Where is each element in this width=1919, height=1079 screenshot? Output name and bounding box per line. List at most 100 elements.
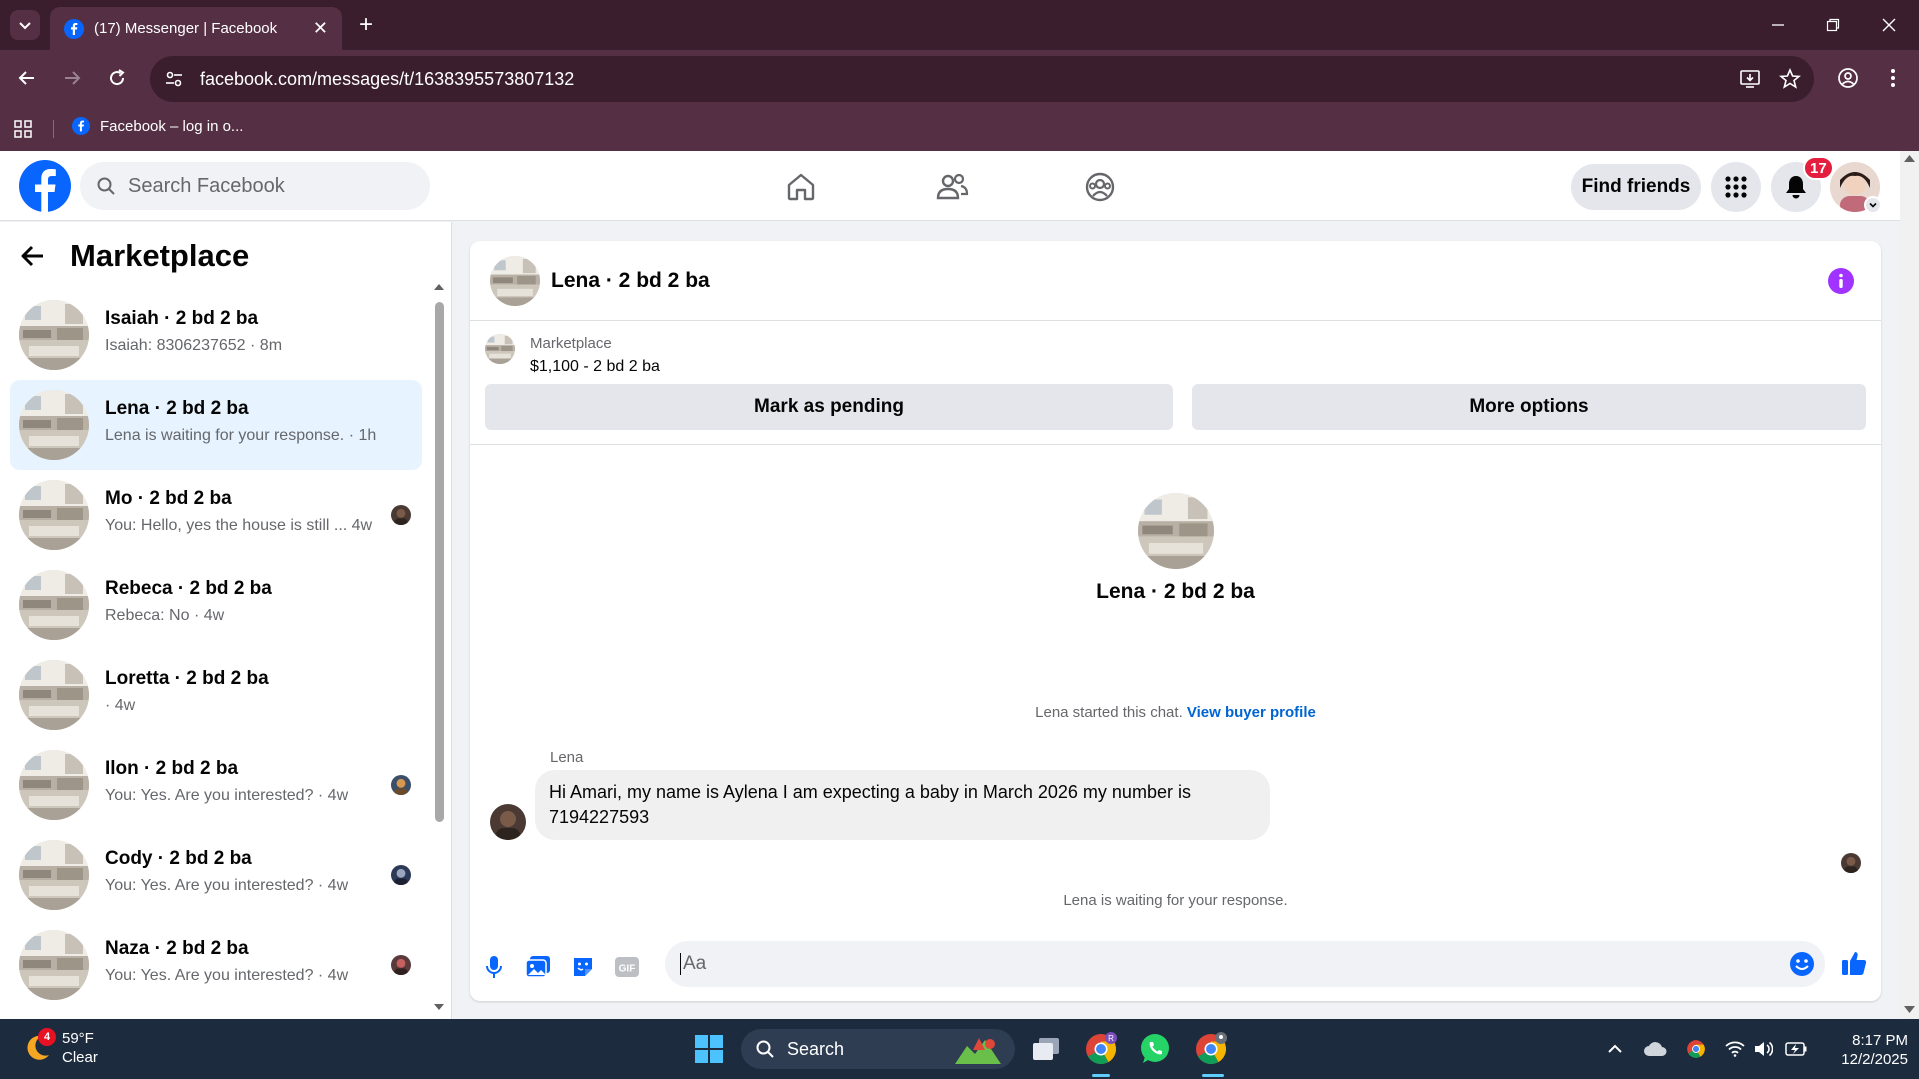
battery-tray[interactable]: [1784, 1037, 1808, 1061]
marketplace-sidebar: Marketplace Isaiah · 2 bd 2 ba Isaiah: 8…: [0, 222, 452, 1019]
conversation-item[interactable]: Cody · 2 bd 2 ba You: Yes. Are you inter…: [10, 830, 422, 920]
nav-friends[interactable]: [930, 165, 974, 209]
microphone-icon: [486, 956, 502, 978]
conversation-avatar: [19, 480, 89, 550]
cloud-icon: [1644, 1042, 1667, 1056]
conversation-item[interactable]: Isaiah · 2 bd 2 ba Isaiah: 8306237652 · …: [10, 290, 422, 380]
taskbar-chrome-profile[interactable]: R: [1083, 1031, 1119, 1067]
start-button[interactable]: [691, 1031, 727, 1067]
scroll-up-icon[interactable]: [1900, 151, 1919, 165]
conversation-preview: You: Hello, yes the house is still ... 4…: [105, 517, 373, 534]
conversation-avatar: [19, 300, 89, 370]
wifi-tray[interactable]: [1723, 1037, 1747, 1061]
listing-price[interactable]: $1,100 - 2 bd 2 ba: [530, 358, 660, 376]
sidebar-scroll-thumb[interactable]: [435, 302, 444, 822]
voice-clip-button[interactable]: [478, 951, 510, 983]
battery-charging-icon: [1785, 1042, 1807, 1056]
chrome-tray[interactable]: [1684, 1037, 1708, 1061]
seen-avatar: [391, 865, 411, 885]
taskbar-whatsapp[interactable]: [1137, 1031, 1173, 1067]
message-input[interactable]: Aa: [665, 941, 1825, 987]
listing-thumbnail[interactable]: [485, 334, 515, 364]
sidebar-scrollbar[interactable]: [433, 282, 445, 1012]
menu-grid-icon: [1725, 176, 1747, 198]
chat-title[interactable]: Lena · 2 bd 2 ba: [551, 269, 710, 293]
menu-button[interactable]: [1711, 162, 1761, 212]
mark-as-pending-button[interactable]: Mark as pending: [485, 384, 1173, 430]
chat-avatar[interactable]: [490, 256, 540, 306]
more-options-button[interactable]: More options: [1192, 384, 1866, 430]
emoji-icon[interactable]: [1789, 951, 1815, 977]
forward-button[interactable]: [58, 64, 86, 92]
star-bookmark-icon[interactable]: [1774, 63, 1806, 95]
site-settings-icon[interactable]: [164, 69, 184, 89]
conversation-name: Mo · 2 bd 2 ba: [105, 488, 232, 509]
taskbar-chrome-active[interactable]: [1193, 1031, 1229, 1067]
conversation-item[interactable]: Mo · 2 bd 2 ba You: Hello, yes the house…: [10, 470, 422, 560]
browser-menu-button[interactable]: [1879, 64, 1907, 92]
minimize-button[interactable]: [1763, 10, 1793, 40]
install-app-icon[interactable]: [1734, 63, 1766, 95]
conversation-list: Isaiah · 2 bd 2 ba Isaiah: 8306237652 · …: [10, 290, 422, 1019]
thumbs-up-icon: [1842, 952, 1867, 975]
onedrive-tray[interactable]: [1643, 1037, 1667, 1061]
chrome-icon: [1687, 1040, 1705, 1058]
weather-condition: Clear: [62, 1049, 98, 1066]
search-highlight-icon: [955, 1038, 1001, 1064]
wifi-icon: [1725, 1041, 1745, 1057]
facebook-search-input[interactable]: Search Facebook: [80, 162, 430, 210]
facebook-favicon-icon: [64, 18, 84, 39]
sender-avatar[interactable]: [490, 804, 526, 840]
back-button[interactable]: [13, 64, 41, 92]
conversation-avatar: [19, 930, 89, 1000]
scroll-down-icon[interactable]: [433, 1002, 445, 1012]
info-icon[interactable]: [1828, 268, 1854, 294]
profile-button[interactable]: [1834, 64, 1862, 92]
message-bubble[interactable]: Hi Amari, my name is Aylena I am expecti…: [535, 770, 1270, 840]
more-vertical-icon: [1891, 69, 1895, 87]
show-hidden-icons[interactable]: [1603, 1037, 1627, 1061]
conversation-item-active[interactable]: Lena · 2 bd 2 ba Lena is waiting for you…: [10, 380, 422, 470]
sticker-button[interactable]: [567, 951, 599, 983]
gif-icon: GIF: [615, 957, 639, 977]
arrow-left-icon: [18, 71, 34, 85]
browser-tab-active[interactable]: (17) Messenger | Facebook ✕: [50, 7, 342, 50]
conversation-item[interactable]: Rebeca · 2 bd 2 ba Rebeca: No · 4w: [10, 560, 422, 650]
system-clock[interactable]: 8:17 PM 12/2/2025: [1818, 1031, 1908, 1069]
attach-photo-button[interactable]: [522, 951, 554, 983]
facebook-logo-icon[interactable]: [19, 160, 71, 212]
conversation-item[interactable]: Ilon · 2 bd 2 ba You: Yes. Are you inter…: [10, 740, 422, 830]
bookmarks-bar: Facebook – log in o...: [0, 106, 1919, 151]
bookmark-facebook[interactable]: Facebook – log in o...: [72, 117, 243, 135]
nav-home[interactable]: [779, 165, 823, 209]
send-like-button[interactable]: [1838, 947, 1870, 979]
volume-tray[interactable]: [1751, 1037, 1775, 1061]
restore-button[interactable]: [1818, 10, 1848, 40]
conversation-name: Loretta · 2 bd 2 ba: [105, 668, 269, 689]
conversation-item[interactable]: [10, 1010, 422, 1019]
page-scrollbar[interactable]: [1900, 151, 1919, 1019]
back-arrow-icon[interactable]: [20, 243, 46, 269]
task-view-button[interactable]: [1028, 1031, 1064, 1067]
apps-grid-icon[interactable]: [14, 120, 32, 138]
tab-search-button[interactable]: [10, 10, 40, 40]
conversation-item[interactable]: Loretta · 2 bd 2 ba · 4w: [10, 650, 422, 740]
view-buyer-profile-link[interactable]: View buyer profile: [1187, 704, 1316, 721]
account-dropdown[interactable]: [1864, 196, 1882, 214]
weather-widget[interactable]: 59°F Clear: [22, 1029, 98, 1067]
scroll-up-icon[interactable]: [433, 282, 445, 292]
reload-button[interactable]: [103, 64, 131, 92]
browser-address-bar: facebook.com/messages/t/1638395573807132: [0, 50, 1919, 106]
find-friends-button[interactable]: Find friends: [1571, 164, 1701, 210]
conversation-item[interactable]: Naza · 2 bd 2 ba You: Yes. Are you inter…: [10, 920, 422, 1010]
close-window-button[interactable]: [1874, 10, 1904, 40]
intro-name: Lena · 2 bd 2 ba: [1096, 580, 1255, 603]
taskbar-search[interactable]: Search: [741, 1029, 1015, 1069]
active-app-indicator: [1202, 1074, 1224, 1077]
nav-groups[interactable]: [1078, 165, 1122, 209]
scroll-down-icon[interactable]: [1900, 1003, 1919, 1017]
url-bar[interactable]: facebook.com/messages/t/1638395573807132: [150, 56, 1814, 102]
new-tab-button[interactable]: +: [352, 11, 380, 39]
close-tab-icon[interactable]: ✕: [313, 18, 328, 39]
gif-button[interactable]: GIF: [611, 951, 643, 983]
